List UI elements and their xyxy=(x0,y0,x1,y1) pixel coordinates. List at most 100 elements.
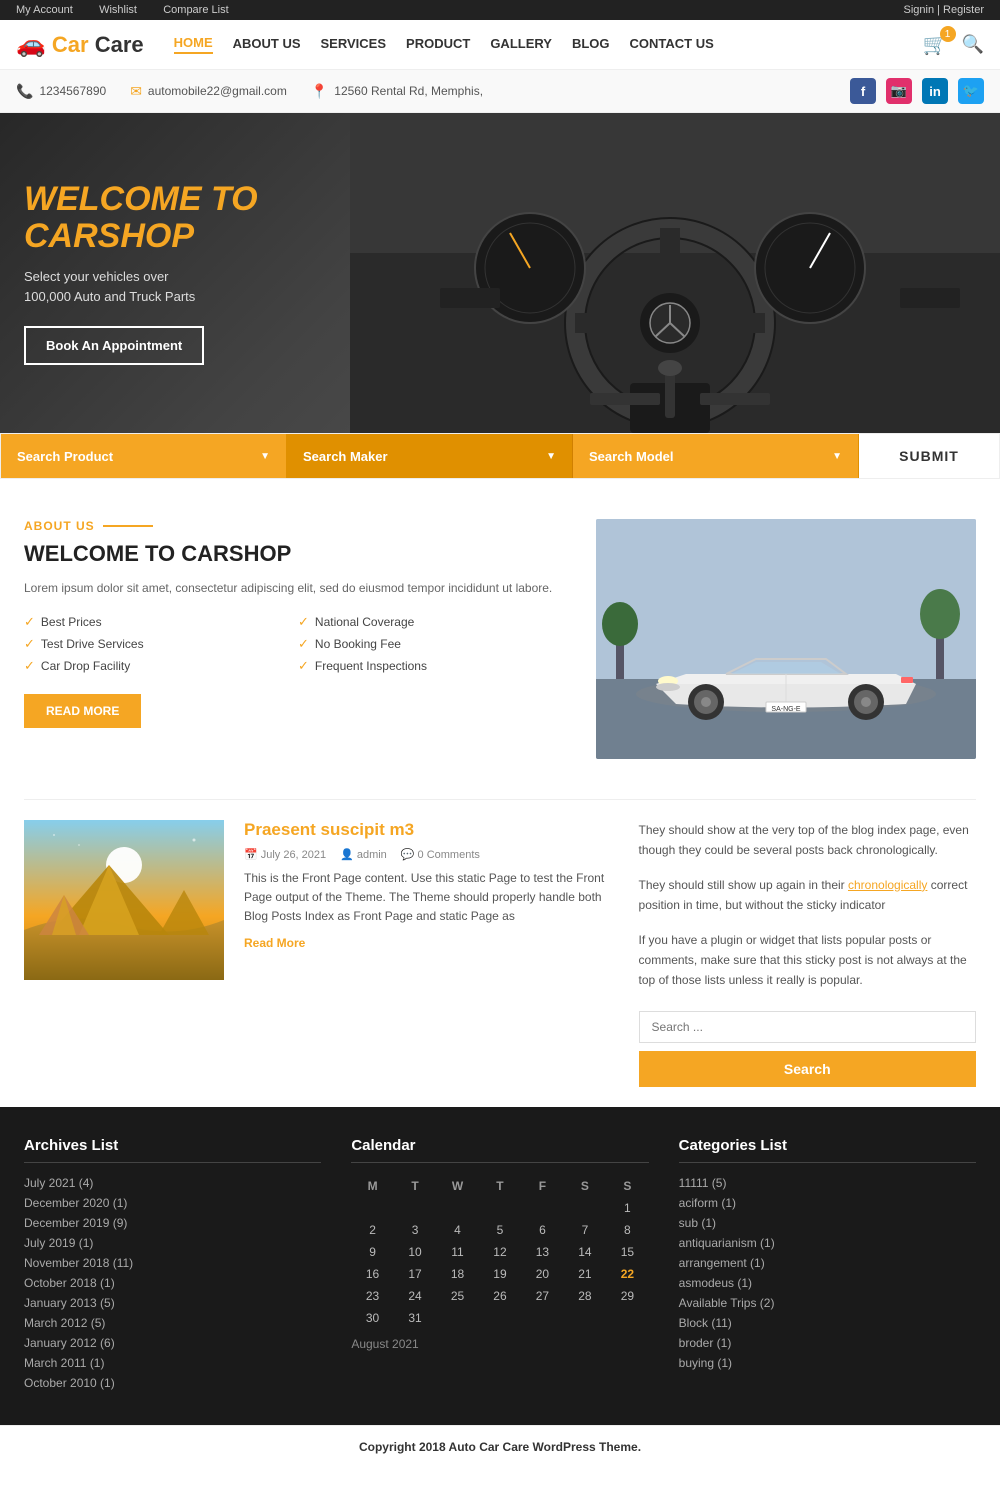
category-link[interactable]: Available Trips (2) xyxy=(679,1296,775,1310)
cal-day[interactable] xyxy=(351,1197,393,1219)
cal-day[interactable]: 20 xyxy=(521,1263,563,1285)
category-link[interactable]: asmodeus (1) xyxy=(679,1276,752,1290)
my-account-link[interactable]: My Account xyxy=(16,4,73,16)
cal-day[interactable]: 11 xyxy=(436,1241,478,1263)
instagram-icon[interactable]: 📷 xyxy=(886,78,912,104)
category-link[interactable]: antiquarianism (1) xyxy=(679,1236,775,1250)
cal-day[interactable] xyxy=(564,1307,606,1329)
cal-day[interactable] xyxy=(564,1197,606,1219)
site-header: 🚗 Car Care HOME ABOUT US SERVICES PRODUC… xyxy=(0,20,1000,70)
facebook-icon[interactable]: f xyxy=(850,78,876,104)
sidebar-search-button[interactable]: Search xyxy=(639,1051,976,1087)
cal-day[interactable]: 30 xyxy=(351,1307,393,1329)
archive-link[interactable]: March 2011 (1) xyxy=(24,1356,104,1370)
cal-day[interactable]: 6 xyxy=(521,1219,563,1241)
cal-day[interactable]: 10 xyxy=(394,1241,436,1263)
archive-link[interactable]: July 2019 (1) xyxy=(24,1236,93,1250)
cal-day[interactable] xyxy=(394,1197,436,1219)
cal-day[interactable]: 7 xyxy=(564,1219,606,1241)
cal-day[interactable]: 15 xyxy=(606,1241,649,1263)
compare-link[interactable]: Compare List xyxy=(163,4,228,16)
cal-day[interactable]: 21 xyxy=(564,1263,606,1285)
search-product-dropdown[interactable]: Search Product ▼ xyxy=(1,434,287,478)
cal-day[interactable]: 27 xyxy=(521,1285,563,1307)
book-appointment-button[interactable]: Book An Appointment xyxy=(24,326,204,365)
cal-day[interactable] xyxy=(521,1197,563,1219)
cal-day[interactable]: 17 xyxy=(394,1263,436,1285)
category-link[interactable]: buying (1) xyxy=(679,1356,732,1370)
archive-link[interactable]: January 2013 (5) xyxy=(24,1296,115,1310)
twitter-icon[interactable]: 🐦 xyxy=(958,78,984,104)
category-link[interactable]: 11111 (5) xyxy=(679,1176,727,1190)
cal-day[interactable] xyxy=(436,1307,478,1329)
nav-home[interactable]: HOME xyxy=(174,35,213,54)
cal-day[interactable] xyxy=(436,1197,478,1219)
archive-link[interactable]: December 2020 (1) xyxy=(24,1196,127,1210)
archive-link[interactable]: March 2012 (5) xyxy=(24,1316,105,1330)
cal-day[interactable] xyxy=(606,1307,649,1329)
blog-post-image xyxy=(24,820,224,980)
cal-day[interactable]: 14 xyxy=(564,1241,606,1263)
cal-day[interactable]: 13 xyxy=(521,1241,563,1263)
cal-day[interactable]: 5 xyxy=(479,1219,521,1241)
sidebar-search-input[interactable] xyxy=(639,1011,976,1043)
category-link[interactable]: aciform (1) xyxy=(679,1196,736,1210)
archive-link[interactable]: July 2021 (4) xyxy=(24,1176,93,1190)
cal-day[interactable]: 28 xyxy=(564,1285,606,1307)
cal-day[interactable]: 29 xyxy=(606,1285,649,1307)
wishlist-link[interactable]: Wishlist xyxy=(99,4,137,16)
archive-link[interactable]: January 2012 (6) xyxy=(24,1336,115,1350)
signin-register-link[interactable]: Signin | Register xyxy=(903,4,984,16)
cal-day[interactable]: 12 xyxy=(479,1241,521,1263)
nav-contact[interactable]: CONTACT US xyxy=(630,36,714,53)
blog-read-more-link[interactable]: Read More xyxy=(244,936,305,950)
read-more-button[interactable]: READ MORE xyxy=(24,694,141,728)
category-link[interactable]: broder (1) xyxy=(679,1336,732,1350)
cal-day[interactable] xyxy=(479,1307,521,1329)
nav-gallery[interactable]: GALLERY xyxy=(490,36,552,53)
cal-day[interactable]: 2 xyxy=(351,1219,393,1241)
category-link[interactable]: Block (11) xyxy=(679,1316,732,1330)
linkedin-icon[interactable]: in xyxy=(922,78,948,104)
cal-day[interactable]: 8 xyxy=(606,1219,649,1241)
cal-day[interactable]: 4 xyxy=(436,1219,478,1241)
nav-product[interactable]: PRODUCT xyxy=(406,36,470,53)
cal-day[interactable]: 26 xyxy=(479,1285,521,1307)
cal-day[interactable] xyxy=(479,1197,521,1219)
nav-blog[interactable]: BLOG xyxy=(572,36,610,53)
archive-link[interactable]: November 2018 (11) xyxy=(24,1256,133,1270)
cal-day[interactable]: 24 xyxy=(394,1285,436,1307)
cart-button[interactable]: 🛒 1 xyxy=(923,32,948,57)
top-bar-right[interactable]: Signin | Register xyxy=(903,4,984,16)
category-link[interactable]: arrangement (1) xyxy=(679,1256,765,1270)
cal-day[interactable]: 3 xyxy=(394,1219,436,1241)
search-model-dropdown[interactable]: Search Model ▼ xyxy=(573,434,859,478)
chronologically-link[interactable]: chronologically xyxy=(848,878,927,892)
site-logo[interactable]: 🚗 Car Care xyxy=(16,30,144,59)
list-item: asmodeus (1) xyxy=(679,1275,976,1290)
list-item: aciform (1) xyxy=(679,1195,976,1210)
archive-link[interactable]: October 2018 (1) xyxy=(24,1276,115,1290)
archive-link[interactable]: December 2019 (9) xyxy=(24,1216,127,1230)
search-button[interactable]: 🔍 xyxy=(962,34,984,55)
cal-day[interactable]: 16 xyxy=(351,1263,393,1285)
nav-about[interactable]: ABOUT US xyxy=(233,36,301,53)
cal-day[interactable]: 9 xyxy=(351,1241,393,1263)
nav-services[interactable]: SERVICES xyxy=(321,36,387,53)
email-info: ✉ automobile22@gmail.com xyxy=(130,83,287,100)
search-maker-dropdown[interactable]: Search Maker ▼ xyxy=(287,434,573,478)
category-link[interactable]: sub (1) xyxy=(679,1216,716,1230)
cal-day[interactable]: 1 xyxy=(606,1197,649,1219)
search-submit-button[interactable]: SUBMIT xyxy=(859,434,999,478)
cal-day[interactable]: 22 xyxy=(606,1263,649,1285)
blog-post-title[interactable]: Praesent suscipit m3 xyxy=(244,820,615,840)
cal-day[interactable]: 31 xyxy=(394,1307,436,1329)
address-info: 📍 12560 Rental Rd, Memphis, xyxy=(311,83,483,100)
archive-link[interactable]: October 2010 (1) xyxy=(24,1376,115,1390)
cal-day[interactable] xyxy=(521,1307,563,1329)
cal-day[interactable]: 25 xyxy=(436,1285,478,1307)
cal-day[interactable]: 19 xyxy=(479,1263,521,1285)
cal-day[interactable]: 23 xyxy=(351,1285,393,1307)
calendar-month: August 2021 xyxy=(351,1337,648,1351)
cal-day[interactable]: 18 xyxy=(436,1263,478,1285)
